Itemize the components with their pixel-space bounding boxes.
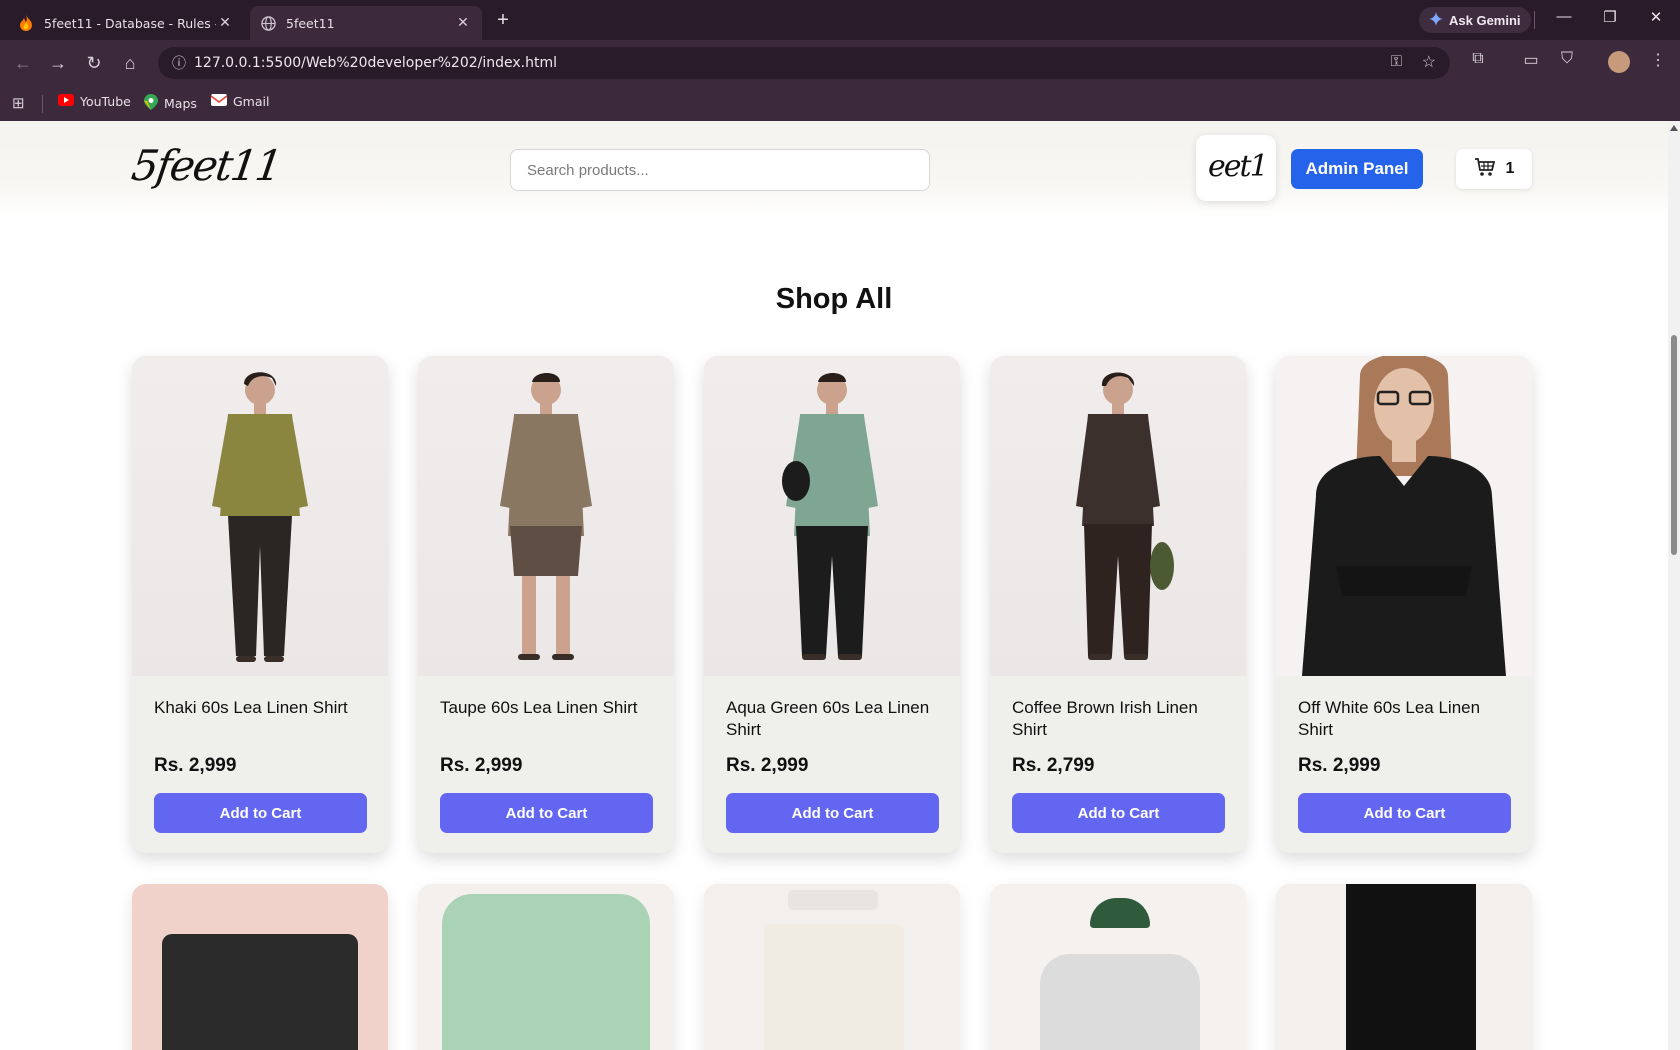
divider <box>1534 11 1535 29</box>
back-icon[interactable]: ← <box>10 50 36 76</box>
page-scrollbar[interactable] <box>1668 121 1680 1050</box>
maps-icon <box>144 94 158 113</box>
product-image[interactable] <box>704 884 960 1050</box>
add-to-cart-button[interactable]: Add to Cart <box>726 793 939 833</box>
restore-icon[interactable]: ❐ <box>1598 8 1622 26</box>
toolbar: ← → ↻ ⌂ ⓘ 127.0.0.1:5500/Web%20developer… <box>0 40 1680 86</box>
bookmark-label: Gmail <box>233 94 270 109</box>
tab-title: 5feet11 - Database - Rules - Fir <box>44 15 216 31</box>
gemini-label: Ask Gemini <box>1449 12 1521 28</box>
home-icon[interactable]: ⌂ <box>117 50 143 76</box>
window-close-icon[interactable]: ✕ <box>1644 8 1668 26</box>
cart-count: 1 <box>1505 160 1515 177</box>
bookmark-star-icon[interactable]: ☆ <box>1422 52 1436 72</box>
apps-grid-icon[interactable]: ⊞ <box>12 94 25 112</box>
product-card <box>132 884 388 1050</box>
firebase-icon <box>18 15 34 31</box>
close-icon[interactable]: ✕ <box>454 15 472 31</box>
add-to-cart-button[interactable]: Add to Cart <box>1012 793 1225 833</box>
mini-logo-text: eet1 <box>1208 149 1269 184</box>
minimize-icon[interactable]: — <box>1552 8 1576 25</box>
bookmark-gmail[interactable]: Gmail <box>211 94 269 109</box>
product-name[interactable]: Khaki 60s Lea Linen Shirt <box>154 697 374 719</box>
bookmark-youtube[interactable]: YouTube <box>58 94 131 109</box>
product-image[interactable] <box>418 884 674 1050</box>
tab-title: 5feet11 <box>286 15 335 31</box>
model-figure <box>500 373 592 660</box>
close-icon[interactable]: ✕ <box>216 15 234 31</box>
bookmark-label: Maps <box>164 96 197 111</box>
password-key-icon[interactable]: ⚿ <box>1391 53 1402 70</box>
bookmark-maps[interactable]: Maps <box>144 94 197 113</box>
menu-kebab-icon[interactable]: ⋮ <box>1646 50 1670 70</box>
admin-panel-button[interactable]: Admin Panel <box>1291 149 1423 189</box>
product-image[interactable] <box>704 356 960 676</box>
product-name[interactable]: Off White 60s Lea Linen Shirt <box>1298 697 1518 741</box>
gemini-sparkle-icon <box>1429 11 1443 29</box>
divider <box>42 95 43 113</box>
product-image[interactable] <box>1276 356 1532 676</box>
search-input[interactable] <box>510 149 930 191</box>
product-price: Rs. 2,999 <box>726 755 809 776</box>
model-figure <box>1076 372 1174 660</box>
add-to-cart-button[interactable]: Add to Cart <box>1298 793 1511 833</box>
site-logo[interactable]: 5feet11 <box>129 141 284 190</box>
product-price: Rs. 2,799 <box>1012 755 1095 776</box>
youtube-icon <box>58 94 74 109</box>
bookmarks-bar: ⊞ YouTube Maps Gmail <box>0 86 1680 121</box>
browser-chrome: 5feet11 - Database - Rules - Fir ✕ 5feet… <box>0 0 1680 121</box>
site-info-icon[interactable]: ⓘ <box>164 53 194 73</box>
new-tab-icon[interactable]: + <box>492 9 514 31</box>
add-to-cart-button[interactable]: Add to Cart <box>154 793 367 833</box>
ask-gemini-button[interactable]: Ask Gemini <box>1419 7 1531 33</box>
product-name[interactable]: Coffee Brown Irish Linen Shirt <box>1012 697 1232 741</box>
address-bar[interactable]: ⓘ 127.0.0.1:5500/Web%20developer%202/ind… <box>158 47 1450 79</box>
product-price: Rs. 2,999 <box>440 755 523 776</box>
url-text: 127.0.0.1:5500/Web%20developer%202/index… <box>194 55 557 71</box>
product-name[interactable]: Aqua Green 60s Lea Linen Shirt <box>726 697 946 741</box>
product-image[interactable] <box>990 884 1246 1050</box>
product-image[interactable] <box>1276 884 1532 1050</box>
incognito-icon[interactable]: ⛉ <box>1555 50 1579 68</box>
product-card <box>418 884 674 1050</box>
globe-icon <box>260 15 276 31</box>
product-card: Taupe 60s Lea Linen Shirt Rs. 2,999 Add … <box>418 356 674 853</box>
product-image[interactable] <box>418 356 674 676</box>
site-header: 5feet11 eet1 Admin Panel 1 <box>0 121 1668 217</box>
tab-strip: 5feet11 - Database - Rules - Fir ✕ 5feet… <box>0 0 1680 40</box>
reload-icon[interactable]: ↻ <box>81 50 107 76</box>
scroll-up-arrow-icon[interactable] <box>1670 125 1678 131</box>
product-name[interactable]: Taupe 60s Lea Linen Shirt <box>440 697 660 719</box>
model-figure <box>1302 356 1506 676</box>
tab-firebase[interactable]: 5feet11 - Database - Rules - Fir ✕ <box>8 6 244 40</box>
product-price: Rs. 2,999 <box>154 755 237 776</box>
product-card <box>704 884 960 1050</box>
product-image[interactable] <box>132 884 388 1050</box>
tab-5feet11[interactable]: 5feet11 ✕ <box>250 6 482 40</box>
product-card: Off White 60s Lea Linen Shirt Rs. 2,999 … <box>1276 356 1532 853</box>
add-to-cart-button[interactable]: Add to Cart <box>440 793 653 833</box>
forward-icon[interactable]: → <box>45 50 71 76</box>
model-figure <box>212 372 308 662</box>
product-price: Rs. 2,999 <box>1298 755 1381 776</box>
extensions-icon[interactable]: ⧉ <box>1466 50 1490 68</box>
product-card: Coffee Brown Irish Linen Shirt Rs. 2,799… <box>990 356 1246 853</box>
product-image[interactable] <box>990 356 1246 676</box>
cart-button[interactable]: 1 <box>1456 149 1532 189</box>
gmail-icon <box>211 94 227 109</box>
scrollbar-thumb[interactable] <box>1671 335 1677 555</box>
product-card <box>1276 884 1532 1050</box>
profile-avatar[interactable] <box>1608 51 1630 73</box>
product-image[interactable] <box>132 356 388 676</box>
product-card: Khaki 60s Lea Linen Shirt Rs. 2,999 Add … <box>132 356 388 853</box>
model-figure <box>782 373 878 660</box>
reading-mode-icon[interactable]: ▭ <box>1519 50 1543 70</box>
cart-icon <box>1474 157 1496 182</box>
product-card: Aqua Green 60s Lea Linen Shirt Rs. 2,999… <box>704 356 960 853</box>
bookmark-label: YouTube <box>80 94 131 109</box>
section-title: Shop All <box>775 283 893 315</box>
product-card <box>990 884 1246 1050</box>
page-viewport: 5feet11 eet1 Admin Panel 1 Shop All Khak… <box>0 121 1668 1050</box>
mini-logo-thumbnail: eet1 <box>1196 135 1276 201</box>
